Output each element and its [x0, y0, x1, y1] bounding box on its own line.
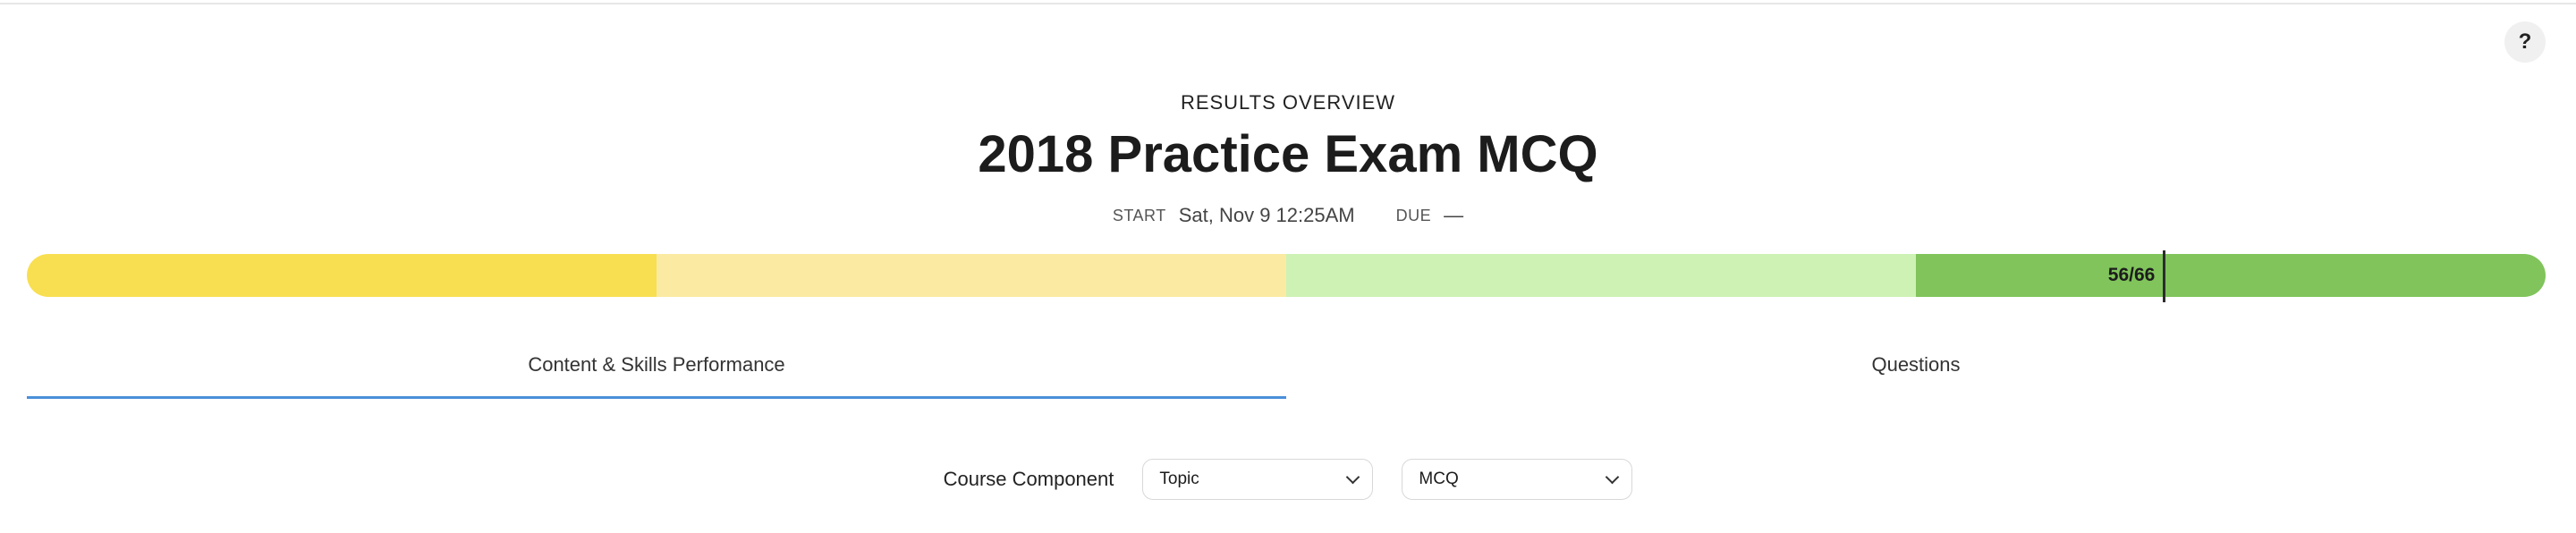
mcq-select-value: MCQ — [1419, 470, 1459, 488]
score-marker — [2163, 250, 2166, 302]
topic-select[interactable]: Topic — [1142, 459, 1374, 500]
progress-segment-4 — [1916, 254, 2546, 297]
chevron-down-icon — [1606, 470, 1620, 485]
progress-segment-1 — [27, 254, 657, 297]
filter-bar: Course Component Topic MCQ — [0, 458, 2576, 501]
progress-segment-3 — [1286, 254, 1916, 297]
results-header: RESULTS OVERVIEW 2018 Practice Exam MCQ … — [0, 89, 2576, 229]
score-label: 56/66 — [2107, 265, 2156, 285]
course-component-label: Course Component — [943, 468, 1114, 490]
start-label: START — [1112, 207, 1166, 224]
progress-segment-2 — [657, 254, 1286, 297]
chevron-down-icon — [1346, 470, 1360, 485]
tab-content-skills-performance[interactable]: Content & Skills Performance — [27, 347, 1286, 399]
tab-questions[interactable]: Questions — [1286, 347, 2546, 399]
mcq-select[interactable]: MCQ — [1402, 459, 1633, 500]
section-eyebrow: RESULTS OVERVIEW — [1180, 91, 1396, 114]
top-divider — [0, 3, 2576, 4]
results-overview-page: ? RESULTS OVERVIEW 2018 Practice Exam MC… — [0, 0, 2576, 533]
score-progress-bar — [27, 254, 2546, 297]
due-value: — — [1444, 204, 1464, 226]
help-button[interactable]: ? — [2504, 21, 2546, 63]
topic-select-value: Topic — [1159, 470, 1199, 488]
results-tabs: Content & Skills Performance Questions — [27, 347, 2546, 402]
page-title: 2018 Practice Exam MCQ — [978, 125, 1598, 183]
due-label: DUE — [1395, 207, 1432, 224]
question-mark-icon: ? — [2518, 30, 2532, 54]
start-value: Sat, Nov 9 12:25AM — [1178, 204, 1355, 226]
exam-meta: START Sat, Nov 9 12:25AM DUE — — [0, 202, 2576, 229]
